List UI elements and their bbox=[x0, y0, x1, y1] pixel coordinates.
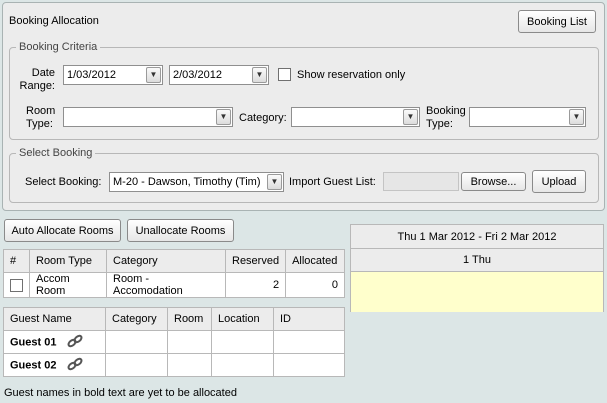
booking-list-button[interactable]: Booking List bbox=[518, 10, 596, 33]
guest-location-cell bbox=[211, 330, 274, 354]
room-type-label-line2: Type: bbox=[26, 118, 53, 130]
booking-type-label-line1: Booking bbox=[426, 105, 466, 117]
category-select[interactable]: ▼ bbox=[291, 107, 420, 127]
date-to-select[interactable]: 2/03/2012 ▼ bbox=[169, 65, 269, 85]
guests-table-header: Guest Name Category Room Location ID bbox=[3, 307, 345, 331]
show-reservation-label: Show reservation only bbox=[297, 69, 406, 81]
guest-id-cell bbox=[273, 330, 345, 354]
col-category-header: Category bbox=[106, 249, 226, 273]
col-location-header: Location bbox=[211, 307, 274, 331]
booking-criteria-legend: Booking Criteria bbox=[16, 41, 101, 53]
panel-title: Booking Allocation bbox=[9, 15, 99, 27]
table-row[interactable]: Guest 01 bbox=[3, 330, 345, 354]
import-guest-list-label: Import Guest List: bbox=[289, 176, 376, 188]
row-select-cell[interactable] bbox=[3, 272, 30, 298]
allocation-footnote: Guest names in bold text are yet to be a… bbox=[4, 387, 237, 399]
room-type-cell: Accom Room bbox=[29, 272, 107, 298]
select-booking-dropdown[interactable]: M-20 - Dawson, Timothy (Tim) ▼ bbox=[109, 172, 284, 192]
show-reservation-checkbox[interactable] bbox=[278, 68, 291, 81]
col-reserved-header: Reserved bbox=[224, 249, 287, 273]
table-row[interactable]: Guest 02 bbox=[3, 353, 345, 377]
guest-name-cell: Guest 01 bbox=[3, 330, 106, 354]
guest-room-cell bbox=[167, 330, 212, 354]
guest-name-cell: Guest 02 bbox=[3, 353, 106, 377]
guest-location-cell bbox=[211, 353, 274, 377]
chevron-down-icon[interactable]: ▼ bbox=[216, 109, 231, 125]
category-label: Category: bbox=[239, 112, 287, 124]
chevron-down-icon[interactable]: ▼ bbox=[267, 174, 282, 190]
booking-type-label-line2: Type: bbox=[426, 118, 453, 130]
rooms-table: # Room Type Category Reserved Allocated … bbox=[3, 249, 345, 298]
date-range-label-line1: Date bbox=[31, 67, 55, 79]
guest-id-cell bbox=[273, 353, 345, 377]
allocated-cell: 0 bbox=[285, 272, 345, 298]
guest-category-cell bbox=[105, 353, 168, 377]
calendar-day-cell[interactable] bbox=[351, 272, 603, 312]
link-icon[interactable] bbox=[66, 357, 84, 374]
calendar-panel: Thu 1 Mar 2012 - Fri 2 Mar 2012 1 Thu bbox=[350, 224, 604, 312]
select-booking-legend: Select Booking bbox=[16, 147, 96, 159]
chevron-down-icon[interactable]: ▼ bbox=[252, 67, 267, 83]
date-range-label-line2: Range: bbox=[19, 80, 55, 92]
booking-type-select[interactable]: ▼ bbox=[469, 107, 586, 127]
browse-button[interactable]: Browse... bbox=[461, 172, 526, 191]
guest-name: Guest 02 bbox=[10, 358, 57, 371]
col-room-type-header: Room Type bbox=[29, 249, 107, 273]
col-allocated-header: Allocated bbox=[285, 249, 345, 273]
room-type-select[interactable]: ▼ bbox=[63, 107, 233, 127]
col-room-header: Room bbox=[167, 307, 212, 331]
room-type-label-line1: Room bbox=[26, 105, 56, 117]
col-guest-name-header: Guest Name bbox=[3, 307, 106, 331]
chevron-down-icon[interactable]: ▼ bbox=[569, 109, 584, 125]
rooms-table-header: # Room Type Category Reserved Allocated bbox=[3, 249, 345, 273]
select-booking-value: M-20 - Dawson, Timothy (Tim) bbox=[113, 176, 261, 188]
guest-name: Guest 01 bbox=[10, 335, 57, 348]
table-row[interactable]: Accom Room Room - Accomodation 2 0 bbox=[3, 272, 345, 298]
date-from-value: 1/03/2012 bbox=[67, 69, 116, 81]
col-number-header: # bbox=[3, 249, 30, 273]
unallocate-rooms-button[interactable]: Unallocate Rooms bbox=[127, 219, 234, 242]
col-guest-category-header: Category bbox=[105, 307, 168, 331]
guest-room-cell bbox=[167, 353, 212, 377]
col-id-header: ID bbox=[273, 307, 345, 331]
calendar-range-header: Thu 1 Mar 2012 - Fri 2 Mar 2012 bbox=[351, 225, 603, 249]
category-cell: Room - Accomodation bbox=[106, 272, 226, 298]
chevron-down-icon[interactable]: ▼ bbox=[146, 67, 161, 83]
date-to-value: 2/03/2012 bbox=[173, 69, 222, 81]
link-icon[interactable] bbox=[66, 334, 84, 351]
reserved-cell: 2 bbox=[224, 272, 287, 298]
row-checkbox[interactable] bbox=[10, 278, 23, 292]
upload-button[interactable]: Upload bbox=[532, 170, 586, 193]
import-file-input[interactable] bbox=[383, 172, 459, 191]
guests-table: Guest Name Category Room Location ID Gue… bbox=[3, 307, 345, 377]
date-from-select[interactable]: 1/03/2012 ▼ bbox=[63, 65, 163, 85]
select-booking-label: Select Booking: bbox=[25, 176, 102, 188]
calendar-day-header: 1 Thu bbox=[351, 249, 603, 272]
auto-allocate-rooms-button[interactable]: Auto Allocate Rooms bbox=[4, 219, 121, 242]
guest-category-cell bbox=[105, 330, 168, 354]
chevron-down-icon[interactable]: ▼ bbox=[403, 109, 418, 125]
